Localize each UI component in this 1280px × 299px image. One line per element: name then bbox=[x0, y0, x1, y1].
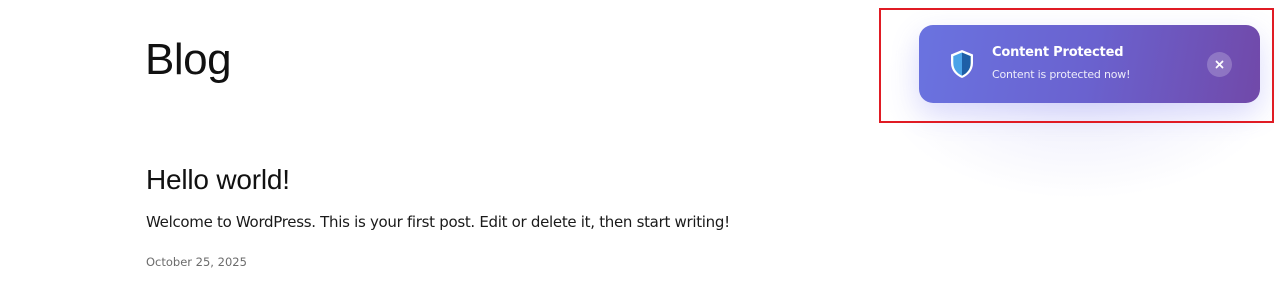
toast-title: Content Protected bbox=[992, 45, 1124, 60]
post-excerpt: Welcome to WordPress. This is your first… bbox=[146, 213, 730, 231]
content-protected-toast: Content Protected Content is protected n… bbox=[919, 25, 1260, 103]
close-icon bbox=[1215, 60, 1224, 69]
toast-text: Content Protected Content is protected n… bbox=[992, 44, 1131, 82]
post-title-link[interactable]: Hello world! bbox=[146, 160, 946, 200]
toast-message: Content is protected now! bbox=[992, 68, 1131, 81]
post-date: October 25, 2025 bbox=[146, 255, 247, 269]
toast-close-button[interactable] bbox=[1207, 52, 1232, 77]
post-card: Hello world! Welcome to WordPress. This … bbox=[146, 160, 946, 270]
shield-icon bbox=[948, 48, 976, 80]
page-title: Blog bbox=[145, 35, 232, 84]
